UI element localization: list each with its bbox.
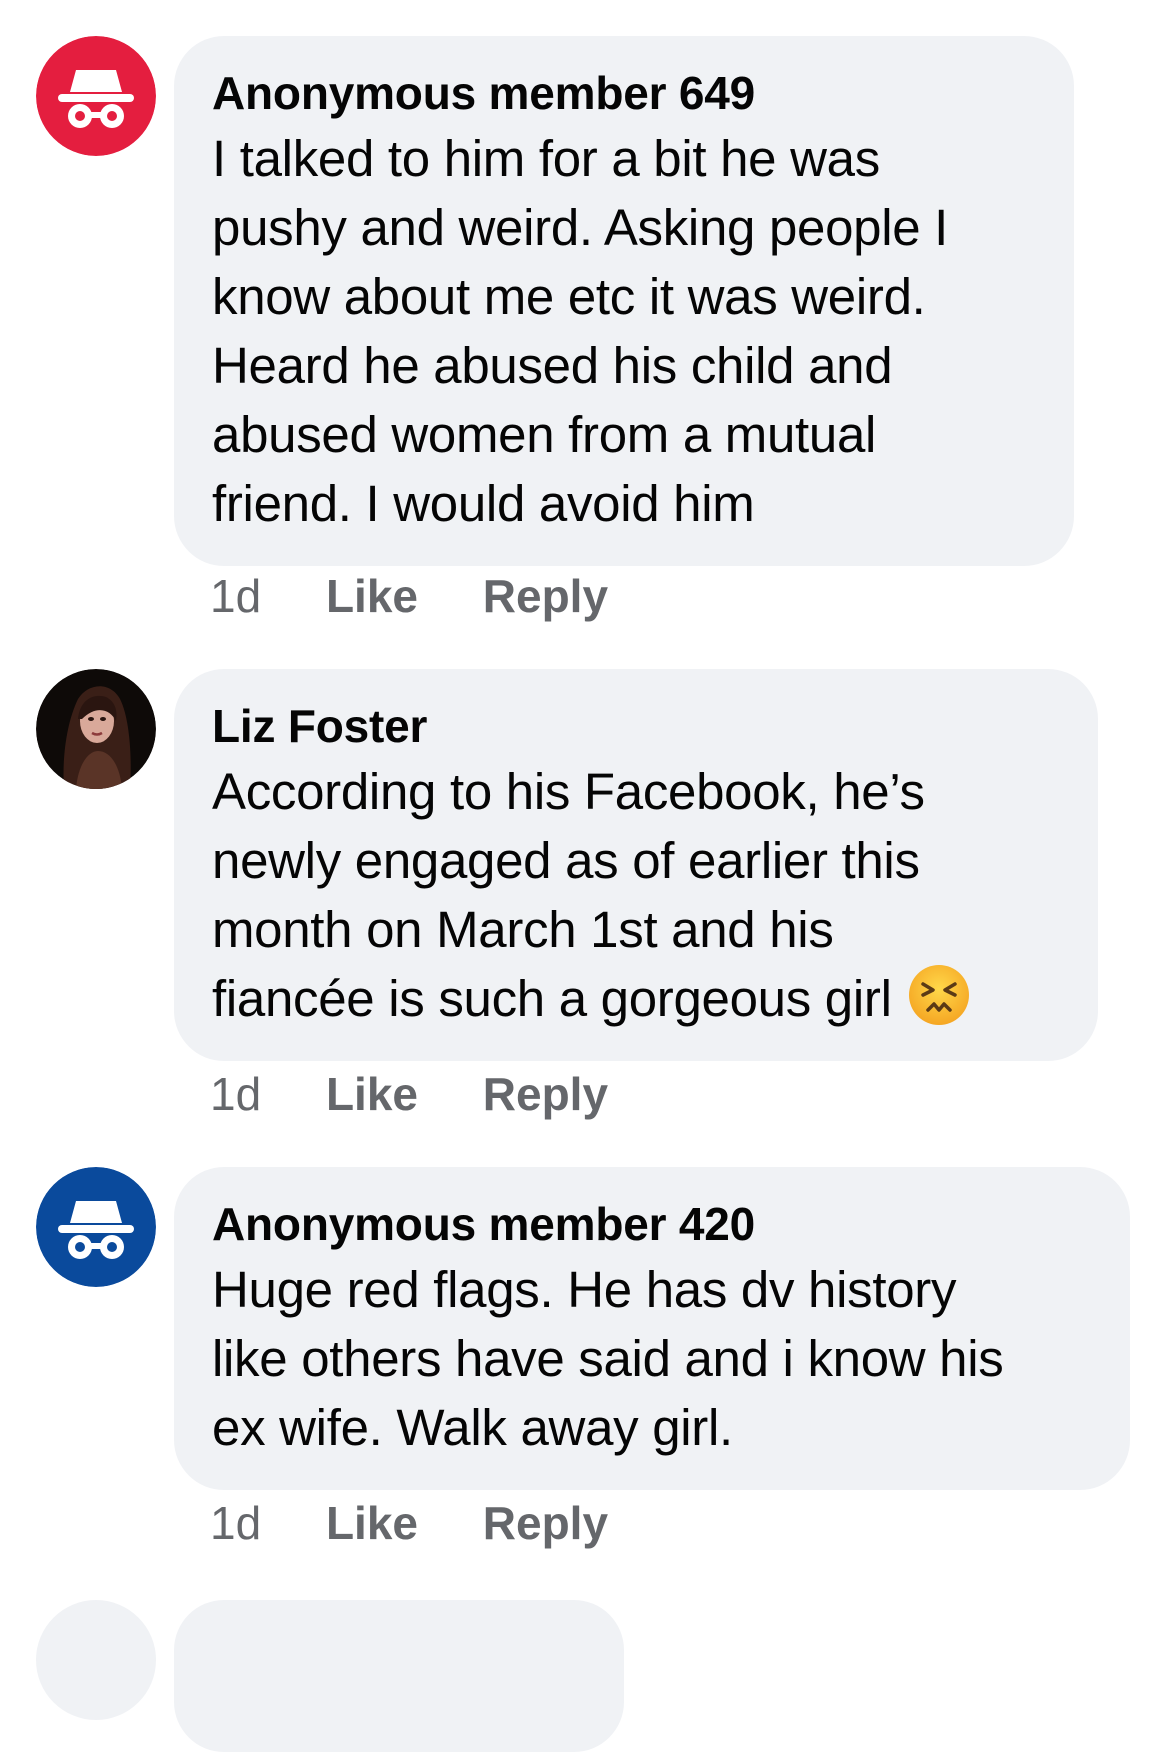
comment-text-line: newly engaged as of earlier this [212, 832, 920, 889]
comment-bubble: Anonymous member 649 I talked to him for… [174, 36, 1074, 566]
comment-text: Huge red flags. He has dv history like o… [212, 1255, 1092, 1462]
comment-text-line-content: fiancée is such a gorgeous girl [212, 970, 892, 1027]
like-button[interactable]: Like [326, 1064, 418, 1124]
comment-text-line: friend. I would avoid him [212, 475, 755, 532]
like-button[interactable]: Like [326, 566, 418, 626]
comment-text-line: pushy and weird. Asking people I [212, 199, 949, 256]
comment-author[interactable]: Anonymous member 649 [212, 62, 1036, 124]
comment-text-line: According to his Facebook, he’s [212, 763, 925, 820]
comment-text-line: month on March 1st and his [212, 901, 834, 958]
loading-avatar-placeholder [36, 1600, 156, 1720]
comment-text: According to his Facebook, he’s newly en… [212, 757, 1060, 1033]
comment-bubble: Anonymous member 420 Huge red flags. He … [174, 1167, 1130, 1490]
persevering-face-emoji-icon [908, 965, 969, 1025]
comment-timestamp[interactable]: 1d [210, 566, 261, 626]
comment-text-line: like others have said and i know his [212, 1330, 1004, 1387]
reply-button[interactable]: Reply [483, 1493, 608, 1553]
anonymous-avatar[interactable] [36, 36, 156, 156]
comment-text-line: ex wife. Walk away girl. [212, 1399, 733, 1456]
comment-text: I talked to him for a bit he was pushy a… [212, 124, 1036, 538]
comment-actions: 1d Like Reply [210, 1064, 608, 1124]
anonymous-avatar[interactable] [36, 1167, 156, 1287]
comment-text-line: abused women from a mutual [212, 406, 877, 463]
like-button[interactable]: Like [326, 1493, 418, 1553]
comment-text-line: I talked to him for a bit he was [212, 130, 880, 187]
comment-bubble: Liz Foster According to his Facebook, he… [174, 669, 1098, 1061]
incognito-icon [36, 36, 156, 156]
comment-text-line: fiancée is such a gorgeous girl [212, 964, 1060, 1033]
comment-author[interactable]: Anonymous member 420 [212, 1193, 1092, 1255]
comment-timestamp[interactable]: 1d [210, 1493, 261, 1553]
profile-avatar[interactable] [36, 669, 156, 789]
comment-timestamp[interactable]: 1d [210, 1064, 261, 1124]
comment-actions: 1d Like Reply [210, 1493, 608, 1553]
reply-button[interactable]: Reply [483, 566, 608, 626]
comment-text-line: know about me etc it was weird. [212, 268, 926, 325]
comment-author[interactable]: Liz Foster [212, 695, 1060, 757]
loading-comment-placeholder [174, 1600, 624, 1752]
comment-actions: 1d Like Reply [210, 566, 608, 626]
comment-text-line: Huge red flags. He has dv history [212, 1261, 957, 1318]
reply-button[interactable]: Reply [483, 1064, 608, 1124]
comment-text-line: Heard he abused his child and [212, 337, 893, 394]
incognito-icon [36, 1167, 156, 1287]
profile-photo-icon [36, 669, 156, 789]
